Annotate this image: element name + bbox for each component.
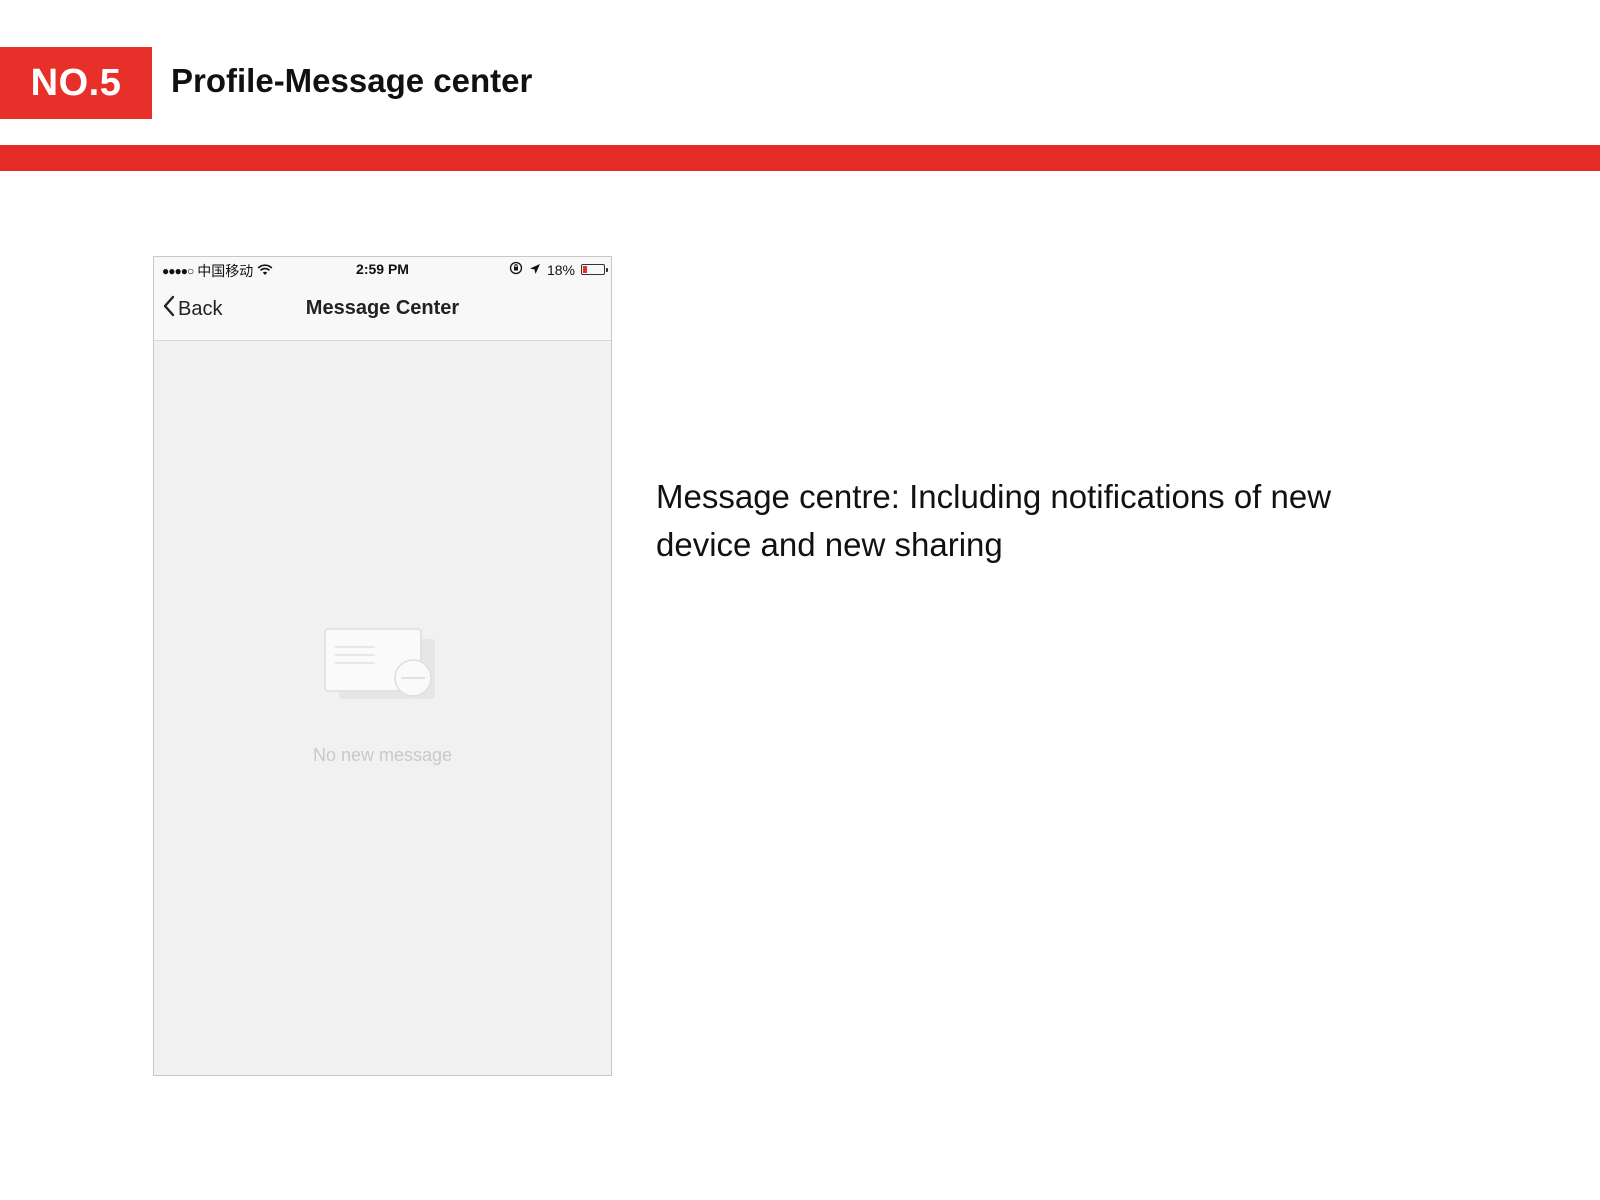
status-right: 18% bbox=[509, 261, 608, 278]
status-bar: ●●●●○ 中国移动 2:59 PM 18% bbox=[154, 257, 611, 283]
empty-message-icon bbox=[323, 628, 435, 699]
empty-state: No new message bbox=[154, 627, 611, 766]
slide-description: Message centre: Including notifications … bbox=[656, 478, 1332, 563]
battery-percentage: 18% bbox=[546, 261, 575, 278]
location-arrow-icon bbox=[529, 262, 541, 278]
battery-icon bbox=[581, 264, 608, 275]
battery-fill bbox=[583, 266, 587, 273]
slide-title: Profile-Message center bbox=[171, 62, 533, 99]
rotation-lock-icon bbox=[509, 261, 523, 278]
slide: NO.5 Profile-Message center ●●●●○ 中国移动 2… bbox=[0, 0, 1600, 1200]
empty-state-text: No new message bbox=[312, 745, 453, 765]
slide-number-badge: NO.5 bbox=[0, 47, 152, 119]
header-divider-bar bbox=[0, 145, 1600, 171]
nav-title: Message Center bbox=[305, 297, 460, 319]
phone-screenshot: ●●●●○ 中国移动 2:59 PM 18% Back Message Cent… bbox=[153, 256, 612, 1076]
navigation-bar: Back Message Center bbox=[154, 283, 611, 341]
